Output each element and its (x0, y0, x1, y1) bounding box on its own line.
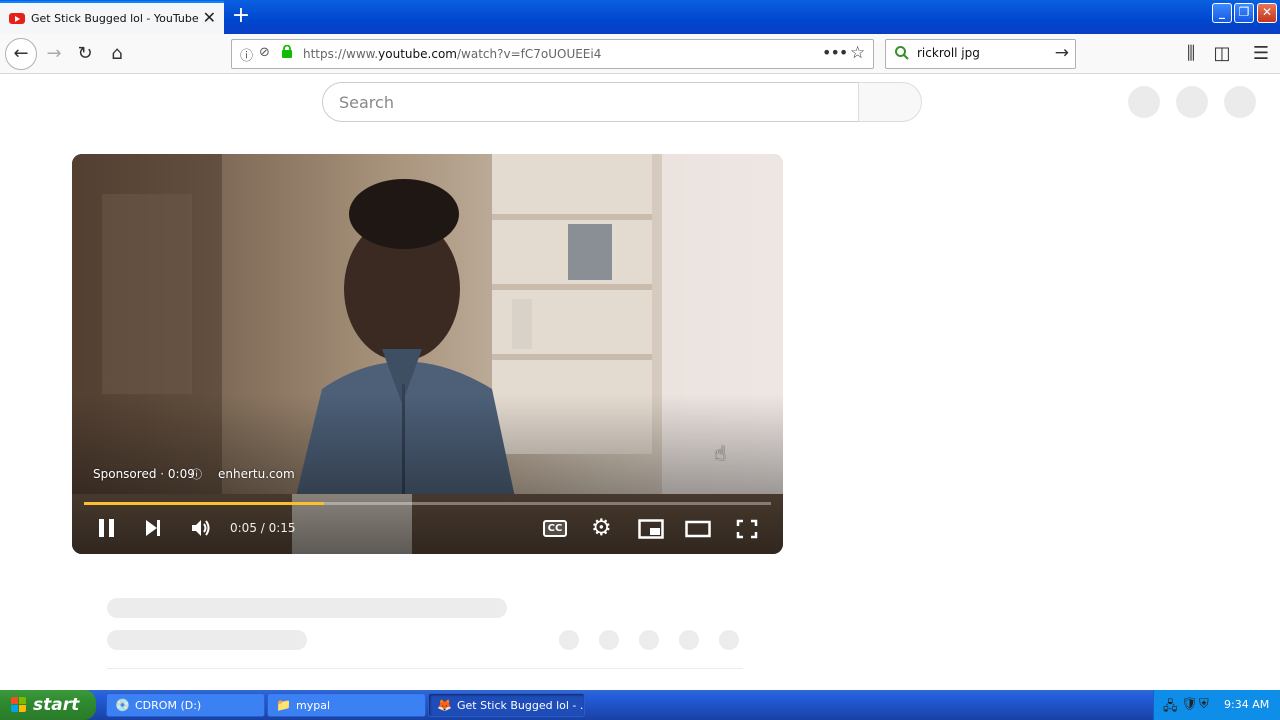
taskbar-item-cdrom[interactable]: 💿 CDROM (D:) (106, 693, 265, 717)
taskbar-item-label: Get Stick Bugged lol - ... (457, 699, 585, 712)
hand-cursor-icon: ☝ (714, 441, 727, 465)
progress-fill (84, 502, 325, 505)
divider (107, 668, 743, 669)
channel-skeleton (107, 630, 307, 650)
updates-tray-icon[interactable]: 🛡 (1181, 697, 1198, 712)
taskbar-item-label: CDROM (D:) (135, 699, 202, 712)
youtube-search-button[interactable] (858, 82, 922, 122)
lock-icon[interactable] (281, 44, 293, 62)
taskbar-item-mypal[interactable]: 📁 mypal (267, 693, 426, 717)
taskbar-item-browser[interactable]: 🦊 Get Stick Bugged lol - ... (428, 693, 585, 717)
header-placeholder-icon[interactable] (1128, 86, 1160, 118)
back-button[interactable]: ← (5, 38, 37, 70)
header-placeholder-icon[interactable] (1176, 86, 1208, 118)
network-tray-icon[interactable]: 🖧 (1163, 697, 1178, 719)
window-close-button[interactable]: ✕ (1257, 3, 1277, 23)
fullscreen-button[interactable] (736, 519, 758, 542)
navigation-toolbar: ← → ↻ ⌂ ⓘ ⊘ https://www.youtube.com/watc… (0, 34, 1280, 74)
bookmark-star-icon[interactable]: ☆ (850, 43, 865, 63)
system-tray: 🖧 🛡 ⛨ 9:34 AM (1153, 690, 1280, 720)
sidebar-icon[interactable]: ◫ (1208, 40, 1236, 68)
browser-search-input[interactable] (917, 46, 1047, 60)
avatar-placeholder[interactable] (1224, 86, 1256, 118)
theater-mode-button[interactable] (685, 520, 711, 541)
security-tray-icon[interactable]: ⛨ (1199, 697, 1209, 712)
start-label: start (33, 695, 80, 715)
hamburger-menu-icon[interactable]: ☰ (1247, 40, 1275, 68)
title-bar: Get Stick Bugged lol - YouTube ✕ + _ ❐ ✕ (0, 0, 1280, 34)
action-skeleton (559, 630, 579, 650)
ad-domain-link[interactable]: enhertu.com (218, 467, 295, 481)
windows-logo-icon (11, 697, 28, 713)
clock: 9:34 AM (1224, 698, 1270, 711)
new-tab-button[interactable]: + (228, 5, 254, 29)
search-go-icon[interactable]: → (1055, 43, 1069, 63)
title-skeleton (107, 598, 507, 618)
next-button[interactable] (143, 518, 163, 541)
action-skeleton (679, 630, 699, 650)
start-button[interactable]: start (0, 690, 96, 720)
action-skeleton (639, 630, 659, 650)
video-frame (72, 154, 783, 554)
tab-close-icon[interactable]: ✕ (203, 9, 216, 27)
tab-title: Get Stick Bugged lol - YouTube (31, 12, 199, 25)
url-text[interactable]: https://www.youtube.com/watch?v=fC7oUOUE… (303, 47, 601, 61)
folder-icon: 📁 (276, 698, 291, 712)
time-display: 0:05 / 0:15 (230, 521, 296, 535)
taskbar-item-label: mypal (296, 699, 331, 712)
settings-gear-icon[interactable]: ⚙ (591, 515, 612, 541)
url-bar[interactable]: ⓘ ⊘ https://www.youtube.com/watch?v=fC7o… (231, 39, 874, 69)
taskbar: start 💿 CDROM (D:) 📁 mypal 🦊 Get Stick B… (0, 690, 1280, 720)
tab-active[interactable]: Get Stick Bugged lol - YouTube ✕ (0, 1, 224, 34)
home-button[interactable]: ⌂ (103, 40, 131, 68)
miniplayer-button[interactable] (638, 519, 664, 542)
youtube-favicon-icon (9, 13, 25, 24)
volume-icon[interactable] (190, 518, 212, 541)
restore-button[interactable]: ❐ (1234, 3, 1254, 23)
page-actions-icon[interactable]: ••• (822, 43, 848, 62)
ad-sponsored-label: Sponsored · 0:09 (93, 467, 195, 481)
info-icon[interactable]: ⓘ (240, 45, 253, 64)
youtube-search-box[interactable] (322, 82, 859, 122)
captions-button[interactable]: CC (543, 520, 567, 537)
action-skeleton (599, 630, 619, 650)
video-player[interactable]: Sponsored · 0:09 ⓘ enhertu.com 0:05 / 0:… (72, 154, 783, 554)
youtube-search-input[interactable] (339, 93, 819, 112)
minimize-button[interactable]: _ (1212, 3, 1232, 23)
tracking-protection-icon[interactable]: ⊘ (259, 45, 270, 60)
pause-button[interactable] (96, 517, 118, 544)
ad-info-icon[interactable]: ⓘ (191, 466, 202, 482)
reload-button[interactable]: ↻ (71, 40, 99, 68)
search-engine-icon (894, 45, 910, 65)
browser-icon: 🦊 (437, 698, 452, 712)
cdrom-icon: 💿 (115, 698, 130, 712)
browser-search-box[interactable]: → (885, 39, 1076, 69)
forward-button[interactable]: → (40, 40, 68, 68)
library-icon[interactable]: ⫼ (1177, 40, 1205, 68)
progress-bar[interactable] (84, 502, 771, 505)
youtube-page: Sponsored · 0:09 ⓘ enhertu.com 0:05 / 0:… (0, 75, 1280, 690)
action-skeleton (719, 630, 739, 650)
